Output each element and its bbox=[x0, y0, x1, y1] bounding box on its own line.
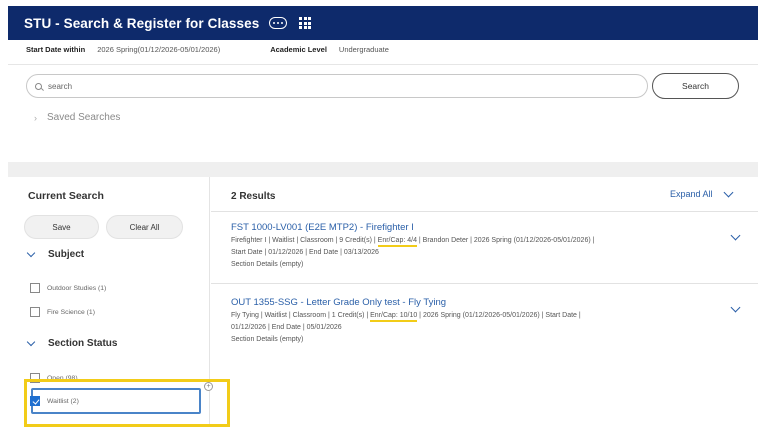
results-panel: 2 Results Expand All FST 1000-LV001 (E2E… bbox=[211, 177, 758, 427]
save-search-button[interactable]: Save bbox=[24, 215, 99, 239]
facet-option-label: Fire Science (1) bbox=[47, 308, 95, 316]
expand-all-label: Expand All bbox=[670, 189, 713, 199]
chevron-down-icon bbox=[730, 302, 741, 313]
current-search-title: Current Search bbox=[28, 190, 104, 202]
facet-option-label: Outdoor Studies (1) bbox=[47, 284, 107, 292]
facet-option[interactable]: Fire Science (1) bbox=[30, 307, 95, 317]
course-meta-text: Firefighter I | Waitlist | Classroom | 9… bbox=[231, 237, 378, 244]
chevron-right-icon: › bbox=[34, 112, 37, 123]
facet-option-waitlist[interactable]: Waitlist (2) bbox=[30, 396, 79, 406]
start-date-value: 2026 Spring(01/12/2026-05/01/2026) bbox=[97, 45, 221, 54]
section-separator bbox=[8, 162, 758, 177]
expand-all-button[interactable]: Expand All bbox=[670, 187, 733, 199]
more-actions-icon[interactable] bbox=[269, 17, 288, 29]
course-result: FST 1000-LV001 (E2E MTP2) - Firefighter … bbox=[231, 222, 721, 271]
enrollment-capacity: Enr/Cap: 10/10 bbox=[370, 312, 418, 322]
academic-level-value: Undergraduate bbox=[338, 45, 389, 54]
course-title-link[interactable]: OUT 1355-SSG - Letter Grade Only test - … bbox=[231, 297, 721, 308]
search-button[interactable]: Search bbox=[652, 73, 739, 99]
checkbox[interactable] bbox=[30, 283, 40, 293]
header-bar: STU - Search & Register for Classes bbox=[8, 6, 758, 40]
results-count: 2 Results bbox=[231, 191, 276, 202]
saved-searches-label: Saved Searches bbox=[47, 112, 121, 123]
start-date-label: Start Date within bbox=[26, 45, 86, 54]
expand-course-button[interactable] bbox=[730, 302, 741, 313]
subject-facet-toggle[interactable]: Subject bbox=[26, 248, 85, 260]
divider bbox=[211, 211, 758, 212]
facet-option[interactable]: Outdoor Studies (1) bbox=[30, 283, 106, 293]
checkbox[interactable] bbox=[30, 307, 40, 317]
enrollment-capacity: Enr/Cap: 4/4 bbox=[377, 237, 417, 247]
section-status-facet-title: Section Status bbox=[48, 338, 118, 349]
subject-facet-title: Subject bbox=[48, 249, 85, 260]
chevron-down-icon bbox=[730, 230, 741, 241]
current-search-panel: Current Search Save Clear All Subject Ou… bbox=[8, 177, 230, 427]
search-icon bbox=[35, 82, 42, 90]
course-meta-text: Fly Tying | Waitlist | Classroom | 1 Cre… bbox=[231, 312, 371, 319]
course-meta: Fly Tying | Waitlist | Classroom | 1 Cre… bbox=[231, 310, 721, 346]
chevron-down-icon bbox=[26, 337, 36, 347]
academic-level-label: Academic Level bbox=[270, 45, 327, 54]
course-dates: 01/12/2026 | End Date | 05/01/2026 bbox=[231, 324, 342, 331]
chevron-down-icon bbox=[26, 248, 36, 258]
search-register-page: STU - Search & Register for Classes Star… bbox=[0, 0, 758, 427]
course-dates: Start Date | 01/12/2026 | End Date | 03/… bbox=[231, 249, 379, 256]
org-chart-icon[interactable] bbox=[299, 17, 312, 29]
divider bbox=[8, 64, 758, 65]
page-title: STU - Search & Register for Classes bbox=[24, 15, 260, 31]
search-input[interactable] bbox=[48, 81, 608, 91]
search-criteria: Start Date within 2026 Spring(01/12/2026… bbox=[26, 45, 389, 54]
chevron-down-icon bbox=[723, 187, 733, 197]
expand-course-button[interactable] bbox=[730, 230, 741, 241]
clear-all-button[interactable]: Clear All bbox=[106, 215, 183, 239]
section-status-facet-toggle[interactable]: Section Status bbox=[26, 337, 118, 349]
facet-option-label: Waitlist (2) bbox=[47, 397, 79, 405]
divider bbox=[211, 283, 758, 284]
section-details: Section Details (empty) bbox=[231, 261, 304, 268]
checkbox-checked[interactable] bbox=[30, 396, 40, 406]
course-title-link[interactable]: FST 1000-LV001 (E2E MTP2) - Firefighter … bbox=[231, 222, 721, 233]
section-details: Section Details (empty) bbox=[231, 336, 304, 343]
course-meta: Firefighter I | Waitlist | Classroom | 9… bbox=[231, 235, 721, 271]
course-meta-text: | 2026 Spring (01/12/2026-05/01/2026) | … bbox=[417, 312, 581, 319]
search-field[interactable] bbox=[26, 74, 648, 98]
course-meta-text: | Brandon Deter | 2026 Spring (01/12/202… bbox=[416, 237, 595, 244]
course-result: OUT 1355-SSG - Letter Grade Only test - … bbox=[231, 297, 721, 346]
saved-searches-toggle[interactable]: › Saved Searches bbox=[34, 112, 120, 123]
